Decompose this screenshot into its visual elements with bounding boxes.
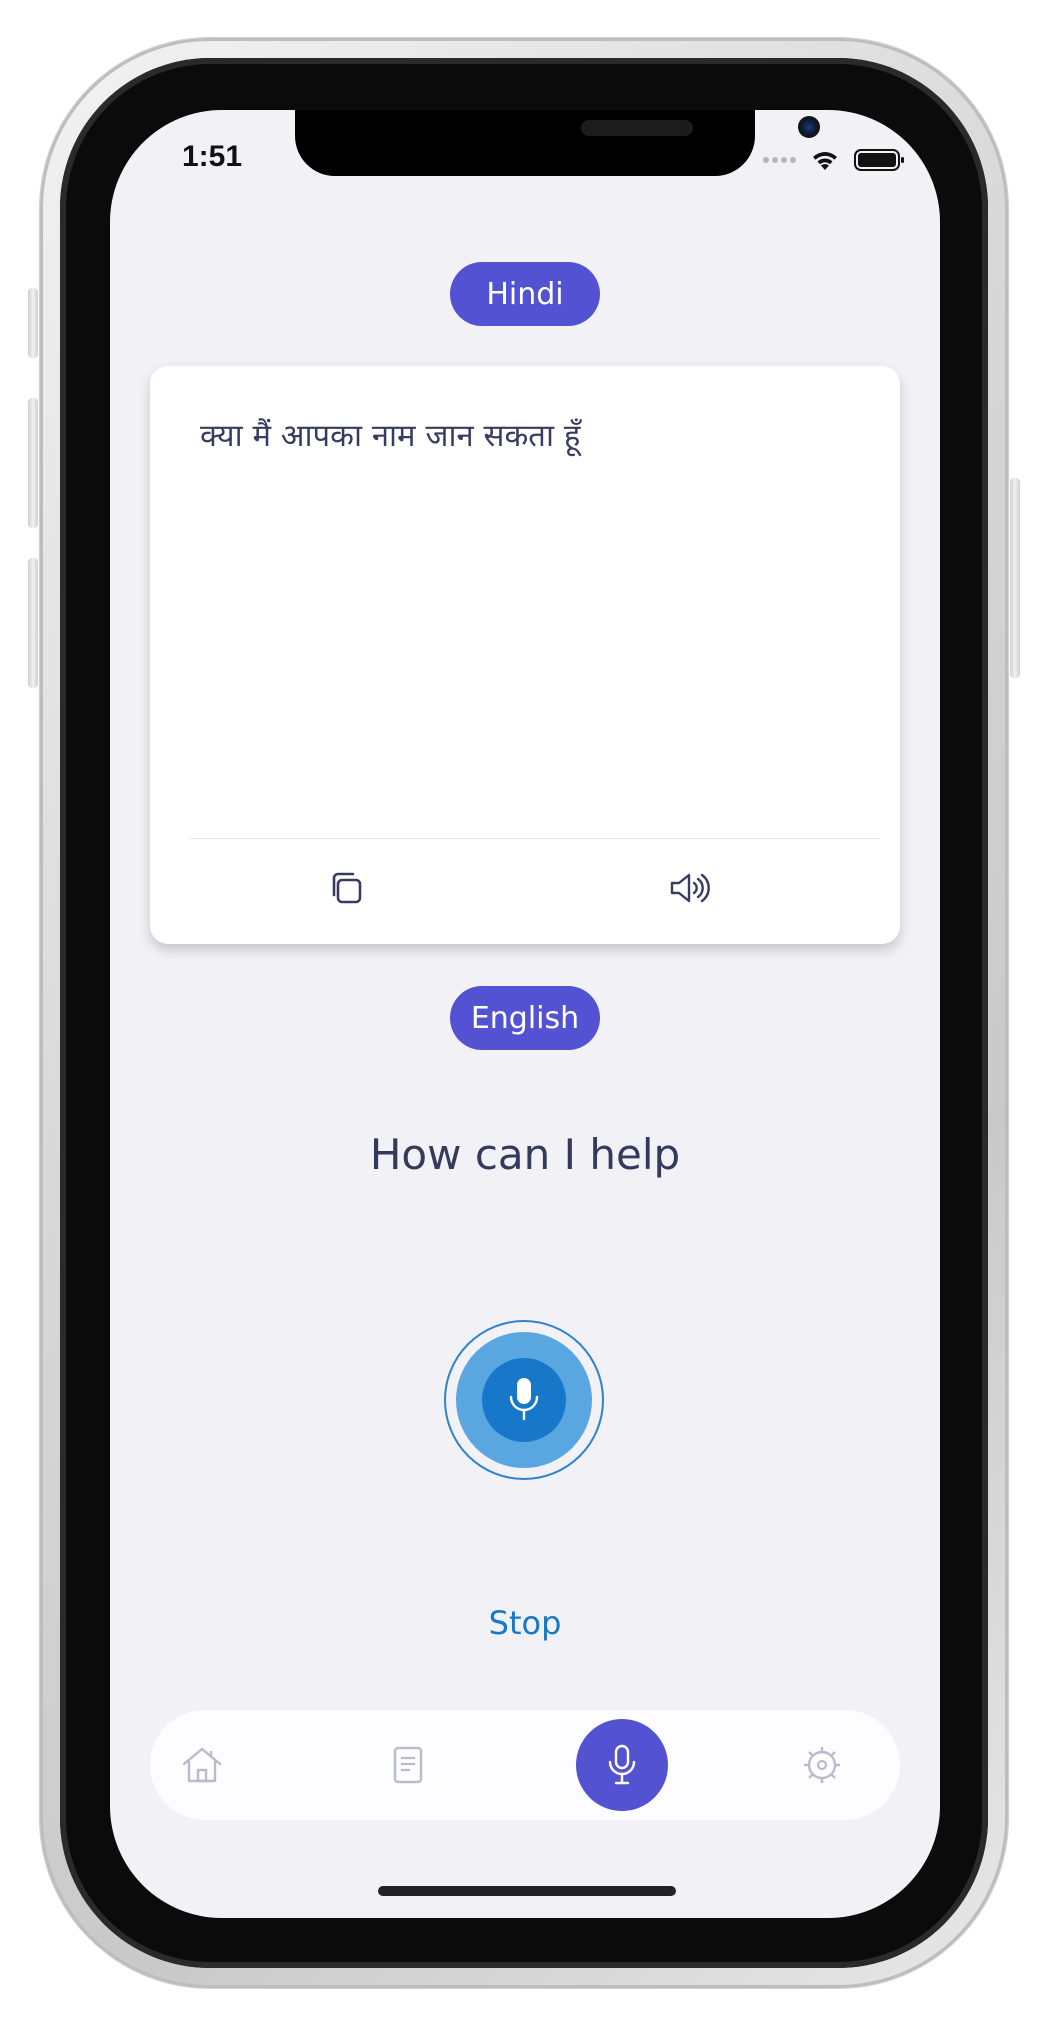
- settings-icon: [804, 1747, 840, 1783]
- wifi-icon: [813, 152, 837, 170]
- mic-core: [482, 1358, 566, 1442]
- front-camera: [798, 116, 820, 138]
- tab-settings[interactable]: [782, 1725, 862, 1805]
- copy-button[interactable]: [316, 858, 376, 918]
- tab-home[interactable]: [162, 1725, 242, 1805]
- speak-button[interactable]: [662, 858, 722, 918]
- stop-button[interactable]: Stop: [110, 1604, 940, 1642]
- home-indicator[interactable]: [378, 1886, 676, 1896]
- app-screen: 1:51 Hindi क्या मैं आपका नाम जान सकता हू…: [110, 110, 940, 1918]
- translation-card: क्या मैं आपका नाम जान सकता हूँ: [150, 366, 900, 944]
- card-divider: [190, 838, 880, 839]
- status-time: 1:51: [182, 140, 243, 173]
- volume-down-button: [28, 558, 38, 688]
- tab-documents[interactable]: [368, 1725, 448, 1805]
- notch: [295, 110, 820, 176]
- microphone-icon: [608, 1744, 636, 1785]
- microphone-icon: [509, 1378, 539, 1421]
- volume-up-button: [28, 398, 38, 528]
- translated-text: क्या मैं आपका नाम जान सकता हूँ: [200, 418, 581, 454]
- home-icon: [182, 1747, 222, 1783]
- target-language-pill[interactable]: English: [450, 986, 600, 1050]
- source-language-pill[interactable]: Hindi: [450, 262, 600, 326]
- mic-pulse-ring: [456, 1332, 592, 1468]
- copy-icon: [332, 872, 362, 904]
- record-button[interactable]: [444, 1320, 604, 1480]
- battery-icon: [854, 149, 904, 171]
- silent-switch: [28, 288, 38, 358]
- speaker-grille: [581, 120, 693, 136]
- prompt-text: How can I help: [369, 1130, 681, 1179]
- power-button: [1010, 478, 1020, 678]
- tab-voice[interactable]: [576, 1719, 668, 1811]
- speaker-icon: [670, 873, 710, 903]
- tab-bar: [150, 1710, 900, 1820]
- document-icon: [393, 1746, 423, 1784]
- signal-icon: [763, 157, 796, 163]
- status-icons: [763, 148, 906, 172]
